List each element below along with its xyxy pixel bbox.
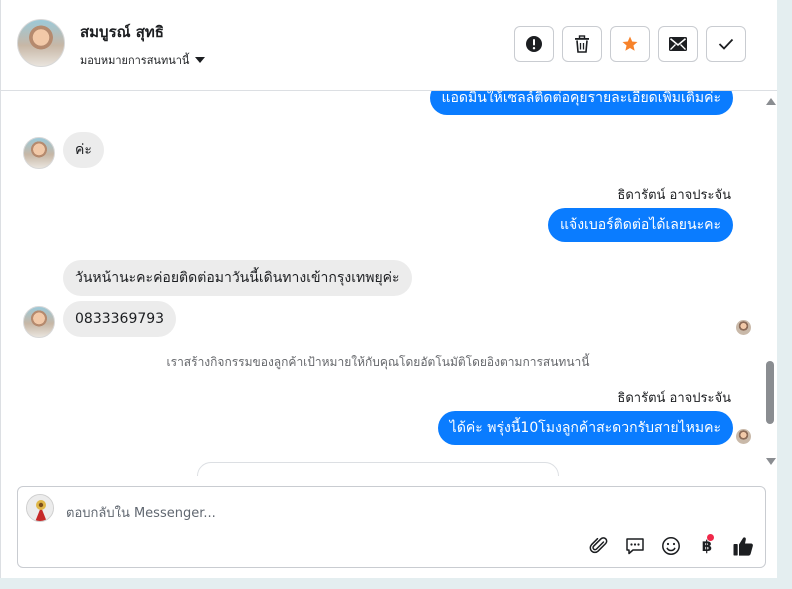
trash-icon (575, 35, 589, 53)
message-incoming[interactable]: ค่ะ (63, 132, 104, 168)
thumbs-up-icon[interactable] (731, 534, 755, 558)
assign-label: มอบหมายการสนทนานี้ (80, 54, 190, 67)
message-outgoing[interactable]: ได้ค่ะ พรุ่งนี้10โมงลูกค้าสะดวกรับสายไหม… (437, 411, 733, 445)
message-incoming[interactable]: 0833369793 (63, 301, 177, 337)
message-outgoing[interactable]: แอดมินให้เซลล์ติดต่อคุยรายละเอียดเพิ่มเต… (429, 91, 733, 115)
report-spam-button[interactable] (514, 26, 554, 62)
reply-composer: ตอบกลับใน Messenger... ฿ (17, 486, 766, 568)
caret-down-icon (195, 57, 206, 63)
sender-name: ธิดารัตน์ อาจประจัน (617, 391, 731, 406)
scroll-down-arrow-icon[interactable] (766, 458, 776, 465)
seen-avatar (736, 429, 751, 444)
emoji-icon[interactable] (659, 534, 683, 558)
message-incoming[interactable]: วันหน้านะคะค่อยติดต่อมาวันนี้เดินทางเข้า… (63, 260, 412, 296)
page-avatar (26, 494, 54, 522)
contact-name[interactable]: สมบูรณ์ สุทธิ (80, 20, 164, 44)
exclamation-icon (526, 36, 542, 52)
envelope-icon (669, 37, 687, 51)
system-notice: เราสร้างกิจกรรมของลูกค้าเป้าหมายให้กับคุ… (166, 355, 590, 369)
delete-button[interactable] (562, 26, 602, 62)
message-outgoing[interactable]: แจ้งเบอร์ติดต่อได้เลยนะคะ (547, 208, 733, 242)
star-button[interactable] (610, 26, 650, 62)
paperclip-icon[interactable] (587, 534, 611, 558)
contact-avatar[interactable] (17, 19, 65, 67)
assign-conversation-dropdown[interactable]: มอบหมายการสนทนานี้ (80, 51, 206, 69)
conversation-header: สมบูรณ์ สุทธิ มอบหมายการสนทนานี้ (1, 0, 777, 91)
saved-replies-icon[interactable] (623, 534, 647, 558)
message-scrollbar[interactable] (763, 91, 777, 476)
conversation-panel: สมบูรณ์ สุทธิ มอบหมายการสนทนานี้ แอดมินใ… (0, 0, 777, 578)
star-icon (622, 36, 638, 51)
baht-payment-icon[interactable]: ฿ (695, 534, 719, 558)
notification-dot (707, 534, 715, 541)
activity-card[interactable] (197, 462, 559, 476)
mark-done-button[interactable] (706, 26, 746, 62)
contact-avatar-small (23, 306, 55, 338)
reply-input[interactable]: ตอบกลับใน Messenger... (66, 502, 216, 523)
mark-unread-button[interactable] (658, 26, 698, 62)
sender-name: ธิดารัตน์ อาจประจัน (617, 188, 731, 203)
contact-avatar-small (23, 137, 55, 169)
scrollbar-thumb[interactable] (766, 361, 774, 424)
check-icon (718, 38, 734, 50)
seen-avatar (736, 320, 751, 335)
message-thread[interactable]: แอดมินให้เซลล์ติดต่อคุยรายละเอียดเพิ่มเต… (1, 91, 763, 476)
scroll-up-arrow-icon[interactable] (766, 98, 776, 105)
